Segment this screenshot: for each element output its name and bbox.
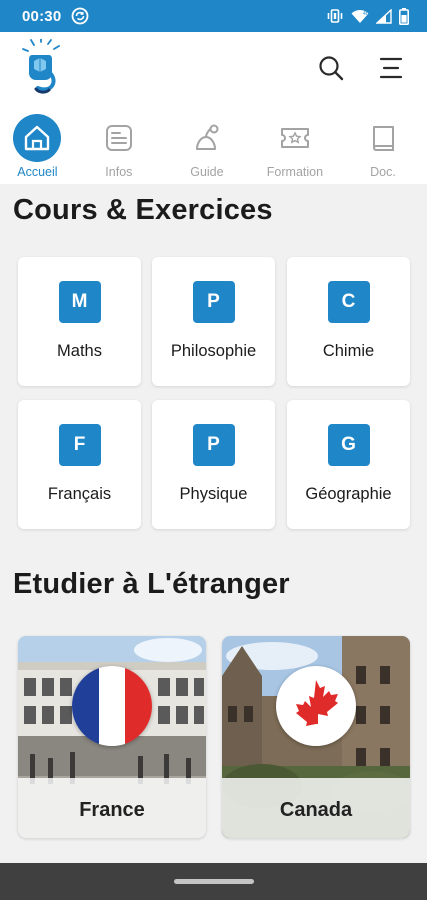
app-header — [0, 32, 427, 104]
subject-badge: F — [58, 424, 101, 466]
status-bar: 00:30 4G — [0, 0, 427, 32]
country-name: France — [79, 799, 145, 821]
nav-label: Formation — [266, 165, 324, 179]
status-time: 00:30 — [22, 7, 62, 25]
search-icon — [319, 56, 344, 81]
france-flag — [72, 666, 152, 746]
search-button[interactable] — [317, 54, 345, 82]
signal-icon — [376, 8, 392, 24]
status-icons: 4G — [326, 7, 409, 25]
subject-name: Physique — [179, 485, 248, 503]
wifi-icon: 4G — [351, 9, 369, 23]
subject-card-maths[interactable]: M Maths — [18, 257, 141, 386]
country-card-canada[interactable]: Canada — [222, 636, 410, 838]
subject-name: Maths — [57, 342, 102, 360]
sync-icon — [71, 7, 89, 25]
country-card-france[interactable]: France — [18, 636, 206, 838]
nav-label: Accueil — [17, 165, 58, 179]
subject-card-philosophie[interactable]: P Philosophie — [152, 257, 275, 386]
menu-icon — [379, 57, 403, 79]
subject-badge: G — [327, 424, 370, 466]
nav-label: Doc. — [370, 165, 396, 179]
guide-icon — [195, 124, 219, 150]
system-navigation-bar — [0, 863, 427, 900]
section-title-cours: Cours & Exercices — [13, 194, 273, 226]
top-nav: Accueil Infos Guide Formation Doc. — [0, 104, 427, 184]
home-icon — [25, 125, 50, 151]
home-gesture-handle[interactable] — [174, 879, 254, 884]
subject-name: Philosophie — [170, 342, 257, 360]
nav-item-doc[interactable]: Doc. — [339, 104, 427, 184]
ticket-icon — [280, 128, 309, 148]
subject-name: Français — [47, 485, 112, 503]
nav-item-guide[interactable]: Guide — [163, 104, 251, 184]
vibrate-icon — [327, 9, 343, 23]
subject-name: Chimie — [322, 342, 375, 360]
subject-badge: P — [192, 281, 235, 323]
nav-item-accueil[interactable]: Accueil — [0, 104, 75, 184]
nav-label: Infos — [105, 165, 133, 179]
subject-badge: C — [327, 281, 370, 323]
subject-badge: P — [192, 424, 235, 466]
book-icon — [372, 126, 394, 151]
subject-card-chimie[interactable]: C Chimie — [287, 257, 410, 386]
nav-label: Guide — [190, 165, 224, 179]
nav-item-formation[interactable]: Formation — [251, 104, 339, 184]
country-name: Canada — [279, 799, 353, 821]
subject-badge: M — [58, 281, 101, 323]
subject-card-francais[interactable]: F Français — [18, 400, 141, 529]
svg-text:4G: 4G — [363, 11, 369, 17]
canada-flag — [276, 666, 356, 746]
nav-item-infos[interactable]: Infos — [75, 104, 163, 184]
subject-name: Géographie — [305, 485, 392, 503]
news-icon — [105, 125, 132, 151]
subject-card-geographie[interactable]: G Géographie — [287, 400, 410, 529]
subject-card-physique[interactable]: P Physique — [152, 400, 275, 529]
menu-button[interactable] — [377, 54, 405, 82]
battery-icon — [399, 7, 409, 25]
section-title-etranger: Etudier à L'étranger — [13, 568, 290, 600]
app-logo[interactable] — [22, 39, 66, 99]
